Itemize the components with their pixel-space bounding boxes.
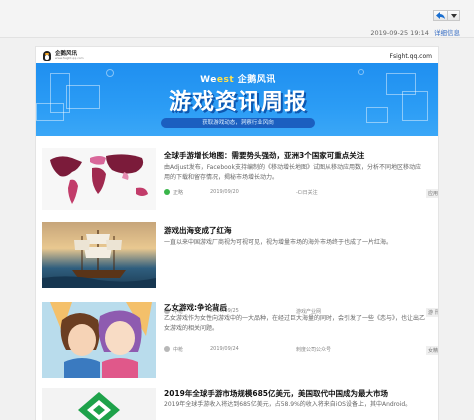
article-source: 中枪 xyxy=(173,347,184,353)
brand-tagline: www.fsight.qq.com xyxy=(55,56,84,61)
article-date: 2019/09/20 xyxy=(210,189,239,195)
article-item[interactable]: 全球手游增长地图：需要势头强劲，亚洲3个国家可重点关注 由Adjust发布，Fa… xyxy=(36,142,438,216)
article-info: 正略 2019/09/20 -Ci日关注 移动增长地图 应用 xyxy=(164,188,438,198)
article-tag[interactable]: 应用 xyxy=(426,189,438,198)
article-source: 正略 xyxy=(173,190,184,196)
article-info: 中枪 2019/09/24 刺度公司公众号 游戏与女人 女精视频 xyxy=(164,345,438,355)
article-desc: 2019年全球手游收入将达到685亿美元，占58.9%的收入将来自iOS设备上，… xyxy=(164,401,412,408)
penguin-logo-icon xyxy=(41,51,53,61)
weekly-banner: Weest 企鹅风讯 游戏资讯周报 获取游戏动态，洞察行业风向 xyxy=(36,63,438,136)
source-dot-icon xyxy=(164,189,170,195)
mail-toolbar: 2019-09-25 19:14 详细信息 xyxy=(0,0,474,38)
world-map-thumbnail[interactable] xyxy=(42,148,156,210)
article-author: 刺度公司公众号 xyxy=(296,347,332,353)
reply-arrow-icon xyxy=(436,12,445,19)
article-desc: 一直以来中国游戏厂商视为可视可见，视为增量市场的海外市场终于也成了一片红海。 xyxy=(164,239,393,246)
article-tag[interactable]: 女精视频 xyxy=(426,346,438,355)
article-desc: 乙女游戏作为女性向游戏中的一大品种，在经过巨大海量的同时，会引发了一些《恋与》，… xyxy=(164,315,426,332)
article-desc: 由Adjust发布，Facebook支持编制的《移动增长地图》试图从移动应用数，… xyxy=(164,164,421,181)
article-title[interactable]: 游戏出海变成了红海 xyxy=(164,225,232,236)
details-link[interactable]: 详细信息 xyxy=(434,29,460,37)
article-item[interactable]: 乙女游戏:争论背后 乙女游戏作为女性向游戏中的一大品种，在经过巨大海量的同时，会… xyxy=(36,298,438,382)
brand-logo[interactable]: 企鹅风讯 www.fsight.qq.com xyxy=(41,51,84,61)
article-title[interactable]: 全球手游增长地图：需要势头强劲，亚洲3个国家可重点关注 xyxy=(164,150,364,161)
article-title[interactable]: 2019年全球手游市场规模685亿美元，美国取代中国成为最大市场 xyxy=(164,388,388,399)
article-author: -Ci日关注 xyxy=(296,190,318,196)
banner-title: 游戏资讯周报 xyxy=(168,90,307,115)
article-item[interactable]: 2019年全球手游市场规模685亿美元，美国取代中国成为最大市场 2019年全球… xyxy=(36,384,438,420)
otome-couple-thumbnail[interactable] xyxy=(42,302,156,378)
article-item[interactable]: 游戏出海变成了红海 一直以来中国游戏厂商视为可视可见，视为增量市场的海外市场终于… xyxy=(36,216,438,296)
article-date: 2019/09/24 xyxy=(210,346,239,352)
newsletter-header: 企鹅风讯 www.fsight.qq.com Fsight.qq.com xyxy=(36,47,438,63)
source-dot-icon xyxy=(164,346,170,352)
reply-button-group xyxy=(433,10,460,21)
brand-domain[interactable]: Fsight.qq.com xyxy=(390,53,432,60)
sailing-ship-thumbnail[interactable] xyxy=(42,222,156,288)
banner-subtitle: 获取游戏动态，洞察行业风向 xyxy=(161,118,315,128)
reply-button[interactable] xyxy=(433,10,448,21)
article-title[interactable]: 乙女游戏:争论背后 xyxy=(164,302,227,313)
message-meta: 2019-09-25 19:14 详细信息 xyxy=(370,27,460,37)
game-logo-thumbnail[interactable] xyxy=(42,388,156,420)
newsletter-body: 企鹅风讯 www.fsight.qq.com Fsight.qq.com Wee… xyxy=(35,46,439,420)
message-datetime: 2019-09-25 19:14 xyxy=(370,29,429,37)
chevron-down-icon xyxy=(450,13,457,18)
reply-options-button[interactable] xyxy=(448,10,460,21)
